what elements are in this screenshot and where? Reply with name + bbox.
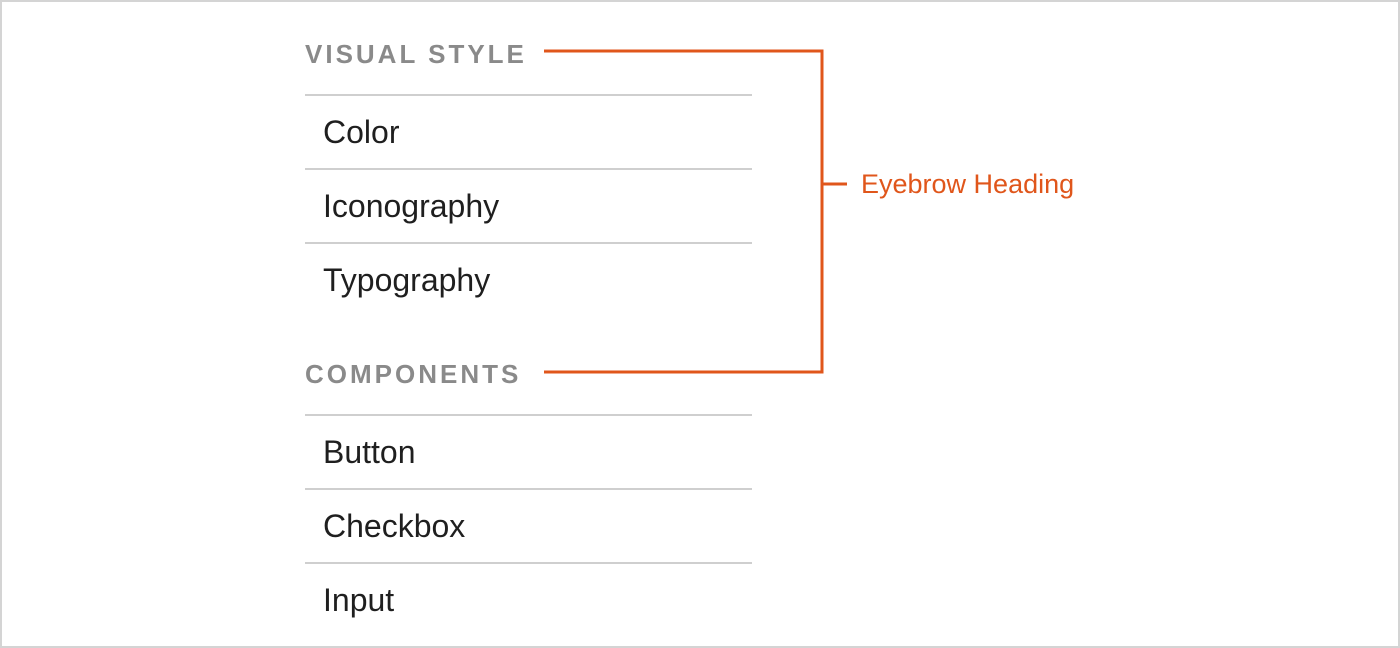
nav-item-iconography[interactable]: Iconography xyxy=(305,168,752,242)
nav-item-checkbox[interactable]: Checkbox xyxy=(305,488,752,562)
eyebrow-heading-visual-style: VISUAL STYLE xyxy=(305,39,527,69)
nav-item-typography[interactable]: Typography xyxy=(305,242,752,316)
nav-item-color[interactable]: Color xyxy=(305,94,752,168)
nav-list-components: Button Checkbox Input xyxy=(305,414,752,636)
diagram-frame: VISUAL STYLE Color Iconography Typograph… xyxy=(0,0,1400,648)
eyebrow-heading-components: COMPONENTS xyxy=(305,359,522,389)
nav-list-visual-style: Color Iconography Typography xyxy=(305,94,752,316)
nav-item-button[interactable]: Button xyxy=(305,414,752,488)
nav-item-input[interactable]: Input xyxy=(305,562,752,636)
annotation-label: Eyebrow Heading xyxy=(861,169,1075,199)
